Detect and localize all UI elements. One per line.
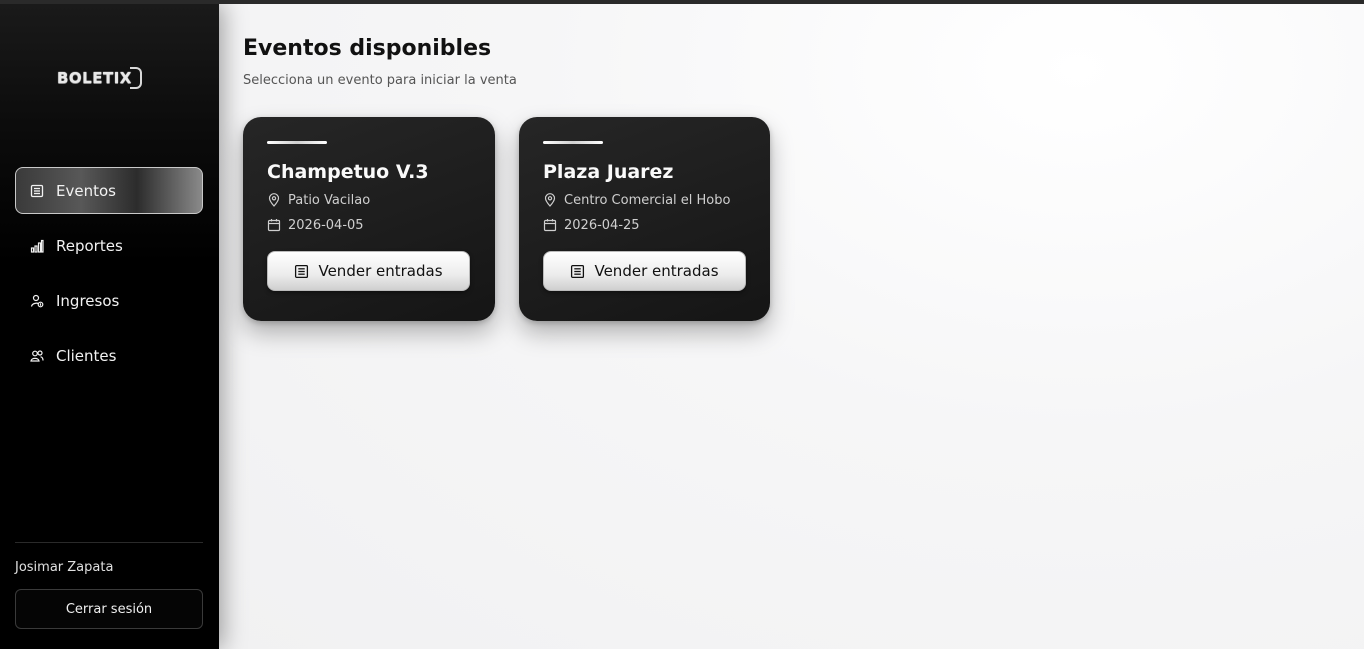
event-venue: Centro Comercial el Hobo — [543, 192, 746, 208]
event-title: Champetuo V.3 — [267, 161, 429, 183]
event-title: Plaza Juarez — [543, 161, 674, 183]
sidebar: BOLETIX Eventos Reportes Ingresos Client… — [0, 4, 219, 649]
sidebar-divider — [15, 542, 203, 543]
event-date: 2026-04-05 — [267, 217, 471, 233]
ticket-list-icon — [571, 264, 585, 278]
ticket-list-icon — [295, 264, 309, 278]
bar-chart-icon — [30, 239, 44, 253]
sell-tickets-button[interactable]: Vender entradas — [267, 251, 470, 291]
logo-mark — [129, 67, 142, 89]
event-venue-text: Centro Comercial el Hobo — [564, 192, 731, 208]
calendar-icon — [543, 219, 557, 232]
card-accent-line — [543, 141, 603, 144]
window-top-bar — [0, 0, 1364, 4]
users-icon — [30, 349, 44, 363]
sell-tickets-label: Vender entradas — [318, 262, 443, 280]
event-venue-text: Patio Vacilao — [288, 192, 371, 208]
main-content: Eventos disponibles Selecciona un evento… — [219, 4, 1364, 649]
event-date-text: 2026-04-25 — [564, 217, 640, 233]
user-name: Josimar Zapata — [15, 560, 114, 575]
event-date-text: 2026-04-05 — [288, 217, 364, 233]
event-card: Champetuo V.3 Patio Vacilao 2026-04-05 V… — [243, 117, 495, 321]
event-date: 2026-04-25 — [543, 217, 746, 233]
event-venue: Patio Vacilao — [267, 192, 471, 208]
sidebar-item-reportes[interactable]: Reportes — [15, 222, 203, 269]
sidebar-item-clientes[interactable]: Clientes — [15, 332, 203, 379]
sidebar-item-ingresos[interactable]: Ingresos — [15, 277, 203, 324]
location-pin-icon — [544, 193, 556, 207]
user-money-icon — [30, 294, 44, 308]
page-title: Eventos disponibles — [243, 36, 492, 61]
logout-button[interactable]: Cerrar sesión — [15, 589, 203, 629]
sidebar-item-eventos[interactable]: Eventos — [15, 167, 203, 214]
sidebar-item-label: Reportes — [56, 236, 123, 255]
calendar-icon — [267, 219, 281, 232]
sell-tickets-label: Vender entradas — [594, 262, 719, 280]
sidebar-nav: Eventos Reportes Ingresos Clientes — [15, 167, 203, 387]
calendar-list-icon — [30, 184, 44, 198]
sell-tickets-button[interactable]: Vender entradas — [543, 251, 746, 291]
logo-text: BOLETIX — [57, 69, 132, 87]
page-subtitle: Selecciona un evento para iniciar la ven… — [243, 73, 517, 88]
sidebar-item-label: Ingresos — [56, 291, 120, 310]
location-pin-icon — [268, 193, 280, 207]
card-accent-line — [267, 141, 327, 144]
sidebar-item-label: Eventos — [56, 181, 116, 200]
event-card: Plaza Juarez Centro Comercial el Hobo 20… — [519, 117, 770, 321]
sidebar-item-label: Clientes — [56, 346, 117, 365]
app-logo[interactable]: BOLETIX — [57, 64, 163, 92]
